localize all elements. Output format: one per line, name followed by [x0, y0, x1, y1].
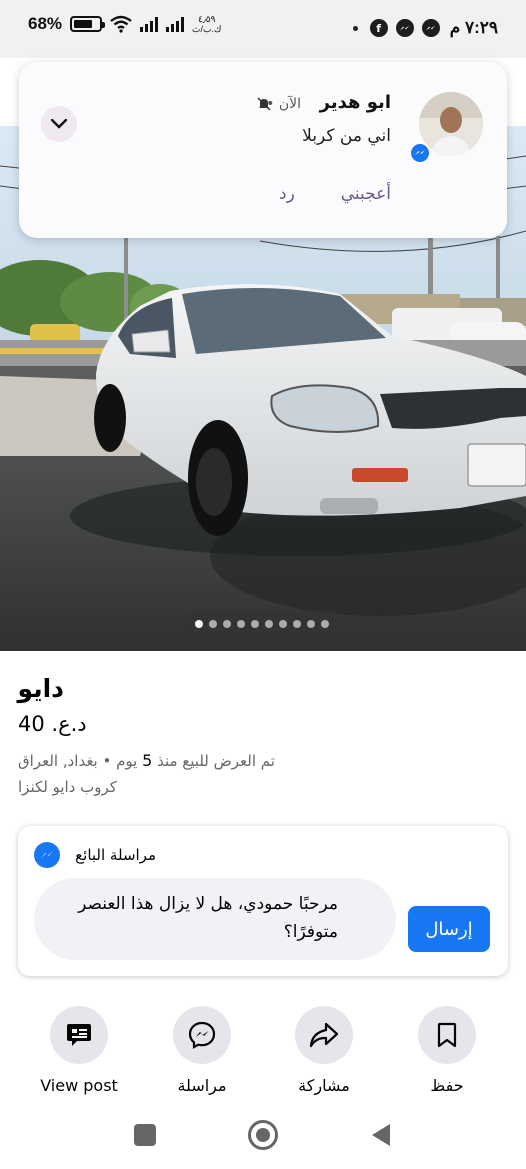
- pagination-dot: [223, 620, 231, 628]
- home-dot-icon: [256, 1128, 270, 1142]
- status-left: 68% ٤٫٥٩ ك.ب/ث: [28, 14, 221, 34]
- listed-days: 5: [142, 751, 153, 770]
- messenger-icon: [395, 19, 414, 37]
- wifi-icon: [110, 15, 132, 33]
- view-post-button[interactable]: View post: [24, 1006, 134, 1095]
- messenger-outline-icon: [188, 1021, 216, 1049]
- sender-name: ابو هدير: [319, 92, 391, 113]
- battery-icon: [70, 16, 106, 32]
- photo-pagination: [181, 610, 343, 638]
- navigation-bar: [0, 1106, 526, 1169]
- listing-price: 40 .د.ع: [18, 712, 87, 736]
- share-label: مشاركة: [298, 1076, 350, 1095]
- message-label: مراسلة: [177, 1076, 227, 1095]
- message-button[interactable]: مراسلة: [147, 1006, 257, 1095]
- back-button[interactable]: [370, 1122, 392, 1148]
- network-speed-unit: ك.ب/ث: [192, 24, 222, 34]
- post-icon: [67, 1024, 91, 1046]
- save-label: حفظ: [430, 1076, 464, 1095]
- view-post-circle: [50, 1006, 108, 1064]
- collapse-chevron-button[interactable]: [41, 106, 77, 142]
- status-right: f ٧:٢٩ م: [352, 18, 498, 38]
- share-circle: [295, 1006, 353, 1064]
- pagination-dot: [321, 620, 329, 628]
- notification-time: • الآن: [266, 96, 301, 112]
- battery-percentage: 68%: [28, 14, 63, 33]
- share-icon: [309, 1022, 339, 1048]
- action-row: View post مراسلة مشاركة حفظ: [0, 1006, 526, 1096]
- like-action-button[interactable]: أعجبني: [341, 184, 391, 204]
- muted-bell-icon: [257, 97, 271, 111]
- save-circle: [418, 1006, 476, 1064]
- home-button[interactable]: [248, 1120, 278, 1150]
- pagination-dot: [195, 620, 203, 628]
- message-seller-title: مراسلة البائع: [75, 846, 156, 864]
- messenger-icon-2: [421, 19, 440, 37]
- network-speed: ٤٫٥٩ ك.ب/ث: [192, 14, 221, 34]
- listing-title: دايو: [17, 674, 64, 703]
- pagination-dot: [237, 620, 245, 628]
- share-button[interactable]: مشاركة: [269, 1006, 379, 1095]
- facebook-icon: f: [369, 19, 388, 37]
- pagination-dot: [293, 620, 301, 628]
- signal-icon: [140, 16, 159, 32]
- message-draft-input[interactable]: مرحبًا حمودي، هل لا يزال هذا العنصر متوف…: [34, 878, 396, 960]
- bookmark-icon: [437, 1022, 457, 1048]
- listing-group-link[interactable]: كروب دايو لكنزا: [18, 778, 117, 796]
- messenger-notification[interactable]: ابو هدير • الآن اني من كربلا أعجبني رد: [19, 62, 507, 238]
- message-seller-card: مراسلة البائع مرحبًا حمودي، هل لا يزال ه…: [18, 826, 508, 976]
- recent-apps-button[interactable]: [134, 1124, 156, 1146]
- pagination-dot: [209, 620, 217, 628]
- status-bar: 68% ٤٫٥٩ ك.ب/ث f ٧:٢٩ م: [0, 0, 526, 58]
- view-post-label: View post: [40, 1076, 118, 1095]
- pagination-dot: [265, 620, 273, 628]
- messenger-icon: [34, 842, 60, 868]
- clock: ٧:٢٩ م: [449, 18, 498, 37]
- notification-message: اني من كربلا: [302, 126, 391, 146]
- signal-icon-2: [166, 16, 185, 32]
- messenger-badge-icon: [409, 142, 431, 164]
- pagination-dot: [279, 620, 287, 628]
- network-speed-value: ٤٫٥٩: [198, 14, 216, 24]
- reply-action-button[interactable]: رد: [279, 184, 295, 204]
- listing-meta: تم العرض للبيع منذ 5 يوم • بغداد, العراق: [18, 751, 275, 770]
- message-circle: [173, 1006, 231, 1064]
- pagination-dot: [307, 620, 315, 628]
- listed-suffix: يوم • بغداد, العراق: [18, 752, 138, 770]
- send-button[interactable]: إرسال: [408, 906, 490, 952]
- pagination-dot: [251, 620, 259, 628]
- notification-dot-icon: [352, 25, 358, 31]
- listed-prefix: تم العرض للبيع منذ: [157, 752, 275, 770]
- chevron-down-icon: [51, 119, 67, 129]
- save-button[interactable]: حفظ: [392, 1006, 502, 1095]
